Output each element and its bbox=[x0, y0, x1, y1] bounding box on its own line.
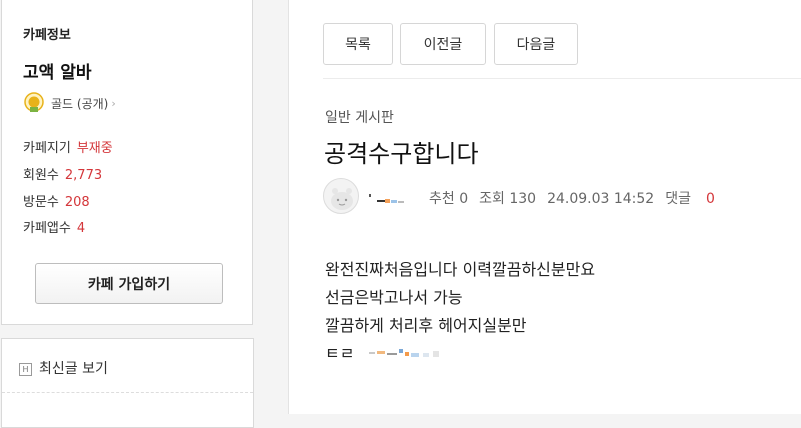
stat-value[interactable]: 2,773 bbox=[65, 168, 102, 183]
post-body-line: 깔끔하게 처리후 헤어지실분만 bbox=[325, 316, 527, 335]
comment-label: 댓글 bbox=[665, 191, 691, 207]
cafe-name[interactable]: 고액 알바 bbox=[23, 58, 91, 83]
divider bbox=[323, 78, 801, 79]
cafe-grade-label: 골드 (공개) bbox=[51, 96, 109, 111]
cafe-info-title: 카페정보 bbox=[23, 28, 71, 43]
stat-value: 4 bbox=[76, 221, 86, 236]
stat-manager: 카페지기 부재중 bbox=[23, 137, 113, 156]
stat-label: 회원수 bbox=[23, 168, 59, 183]
stat-visits: 방문수 208 bbox=[23, 191, 90, 210]
author-nickname-redacted[interactable] bbox=[369, 190, 409, 206]
cafe-sidebar: 카페정보 고액 알바 골드 (공개) › 카페지기 부재중 회원수 2,773 방문… bbox=[0, 0, 256, 428]
board-name[interactable]: 일반 게시판 bbox=[325, 107, 394, 127]
stat-label: 카페앱수 bbox=[23, 221, 71, 236]
divider bbox=[2, 392, 253, 393]
stat-value: 208 bbox=[64, 195, 90, 210]
post-body-line: 선금은박고나서 가능 bbox=[325, 288, 463, 307]
stat-label: 방문수 bbox=[23, 195, 59, 210]
new-posts-icon: H bbox=[19, 363, 32, 376]
chevron-right-icon: › bbox=[111, 96, 116, 110]
author-avatar[interactable] bbox=[323, 178, 359, 214]
gold-medal-icon bbox=[24, 92, 44, 112]
comment-link[interactable]: 댓글 0 bbox=[665, 191, 726, 207]
recent-posts-panel[interactable]: H 최신글 보기 bbox=[1, 338, 254, 428]
like-count: 추천 0 bbox=[429, 191, 469, 207]
recent-posts-label[interactable]: 최신글 보기 bbox=[39, 358, 108, 378]
contact-redacted bbox=[369, 349, 439, 357]
join-cafe-button[interactable]: 카페 가입하기 bbox=[35, 263, 223, 304]
prev-post-button[interactable]: 이전글 bbox=[400, 23, 486, 65]
stat-label: 카페지기 bbox=[23, 141, 71, 156]
stat-members: 회원수 2,773 bbox=[23, 164, 102, 183]
list-button[interactable]: 목록 bbox=[323, 23, 393, 65]
view-count: 조회 130 bbox=[479, 191, 537, 207]
post-date: 24.09.03 14:52 bbox=[547, 191, 655, 207]
cafe-info-panel: 카페정보 고액 알바 골드 (공개) › 카페지기 부재중 회원수 2,773 방문… bbox=[1, 0, 253, 325]
stat-app: 카페앱수 4 bbox=[23, 217, 85, 236]
avatar-face-icon bbox=[331, 188, 353, 210]
cafe-grade[interactable]: 골드 (공개) › bbox=[23, 92, 116, 114]
post-body-line: ㅌㄹ bbox=[325, 344, 355, 363]
stat-value: 부재중 bbox=[76, 141, 113, 156]
article-panel: 목록 이전글 다음글 일반 게시판 공격수구합니다 추천 0 조회 130 24.0… bbox=[288, 0, 801, 414]
post-meta: 추천 0 조회 130 24.09.03 14:52 댓글 0 bbox=[429, 188, 726, 208]
post-body-line: 완전진짜처음입니다 이력깔끔하신분만요 bbox=[325, 260, 596, 279]
next-post-button[interactable]: 다음글 bbox=[494, 23, 578, 65]
post-title: 공격수구합니다 bbox=[324, 140, 479, 168]
comment-count: 0 bbox=[705, 191, 715, 207]
